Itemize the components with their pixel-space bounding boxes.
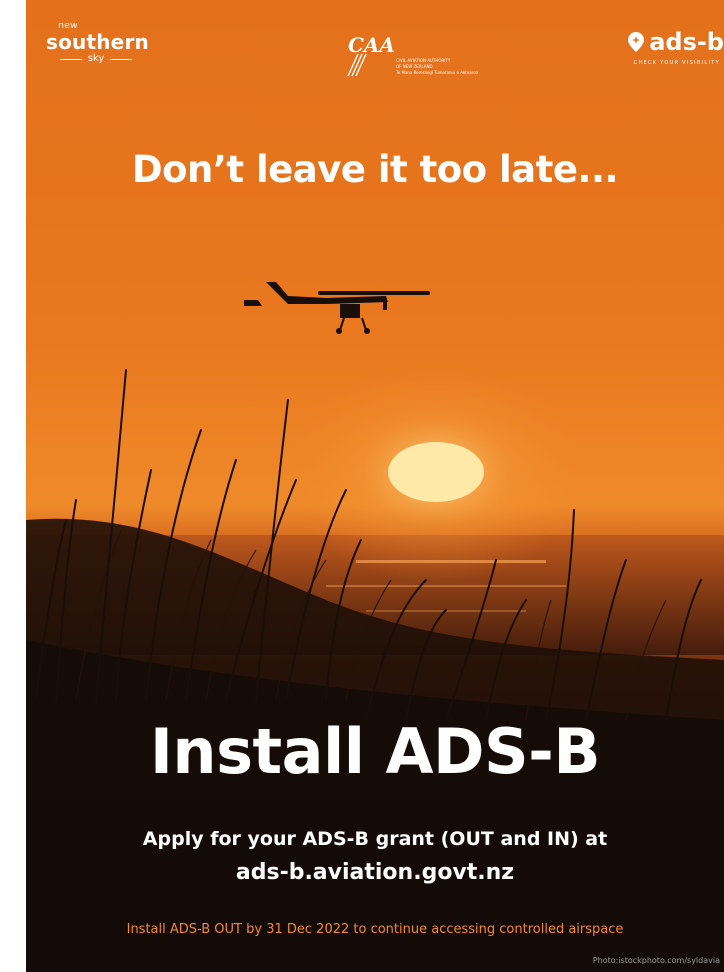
logo-sky-text: sky	[87, 53, 105, 64]
caa-emblem-icon: CAA	[347, 33, 395, 77]
logo-southern-text: southern	[46, 30, 149, 54]
caa-line-3: Te Mana Rererangi Tumatanui o Aotearoa	[396, 70, 479, 75]
logo-rule	[110, 58, 133, 60]
website-url[interactable]: ads-b.aviation.govt.nz	[26, 858, 724, 888]
ads-b-tagline: CHECK YOUR VISIBILITY	[633, 60, 720, 66]
caa-text-lines: CIVIL AVIATION AUTHORITY OF NEW ZEALAND …	[396, 58, 479, 76]
caa-logo: CAA CIVIL AVIATION AUTHORITY OF NEW ZEAL…	[344, 30, 478, 82]
apply-text: Apply for your ADS-B grant (OUT and IN) …	[142, 828, 608, 850]
deadline-text: Install ADS-B OUT by 31 Dec 2022 to cont…	[126, 922, 624, 937]
photo-credit: Photo:istockphoto.com/syldavia	[592, 956, 720, 965]
logo-rule	[59, 58, 82, 60]
page: new southern sky CAA CIVIL AVIATION AUTH…	[0, 0, 724, 972]
new-southern-sky-logo: new southern sky	[46, 22, 149, 65]
headline: Don’t leave it too late...	[131, 148, 619, 191]
ads-b-wordmark: ads-b	[649, 28, 724, 56]
main-title: Install ADS-B	[149, 715, 601, 788]
ads-b-logo: ads-b CHECK YOUR VISIBILITY	[614, 28, 724, 66]
poster: new southern sky CAA CIVIL AVIATION AUTH…	[26, 0, 724, 972]
logo-sky-row: sky	[46, 53, 146, 65]
ads-b-logo-row: ads-b	[614, 28, 724, 56]
caa-mark: CAA	[348, 33, 394, 57]
location-pin-plane-icon	[628, 32, 645, 52]
sun	[388, 442, 484, 502]
